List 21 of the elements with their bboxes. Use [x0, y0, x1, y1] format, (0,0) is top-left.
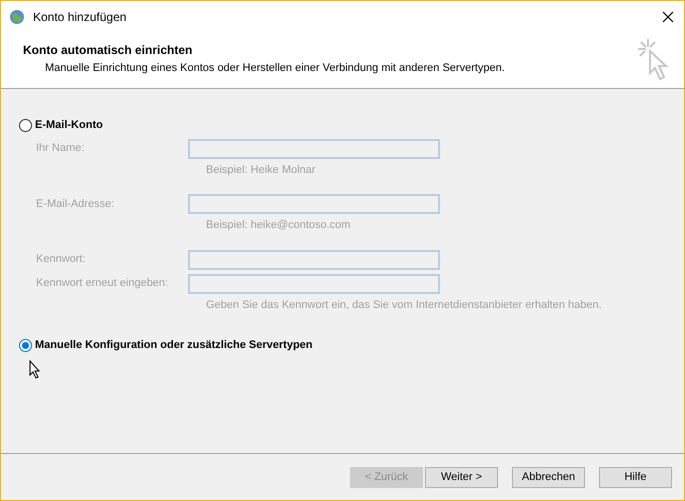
- cursor-click-icon: [636, 37, 670, 83]
- dialog-button[interactable]: Weiter >: [425, 466, 498, 488]
- window-title: Konto hinzufügen: [33, 9, 126, 26]
- radio-button[interactable]: [19, 118, 32, 132]
- field-label: Kennwort:: [36, 252, 87, 268]
- header-description: Manuelle Einrichtung eines Kontos oder Herstellen einer Verbindung mit anderen Servertypen.: [44, 61, 505, 76]
- globe-icon: [9, 9, 25, 25]
- mouse-pointer-icon: [29, 360, 41, 378]
- field-hint: Geben Sie das Kennwort ein, das Sie vom Internetdienstanbieter erhalten haben.: [205, 298, 603, 312]
- radio-label[interactable]: E-Mail-Konto: [35, 117, 103, 134]
- dialog-button[interactable]: Hilfe: [599, 466, 672, 488]
- field-hint: Beispiel: Heike Molnar: [205, 162, 316, 178]
- close-icon[interactable]: [662, 11, 674, 23]
- radio-button[interactable]: [19, 338, 32, 352]
- dialog-button[interactable]: Abbrechen: [512, 466, 585, 488]
- header-title: Konto automatisch einrichten: [23, 42, 194, 59]
- field-hint: Beispiel: heike@contoso.com: [205, 218, 352, 233]
- radio-label[interactable]: Manuelle Konfiguration oder zusätzliche Servertypen: [35, 337, 312, 354]
- field-label: Ihr Name:: [36, 141, 86, 156]
- field-label: E-Mail-Adresse:: [36, 196, 116, 212]
- field-label: Kennwort erneut eingeben:: [36, 276, 170, 292]
